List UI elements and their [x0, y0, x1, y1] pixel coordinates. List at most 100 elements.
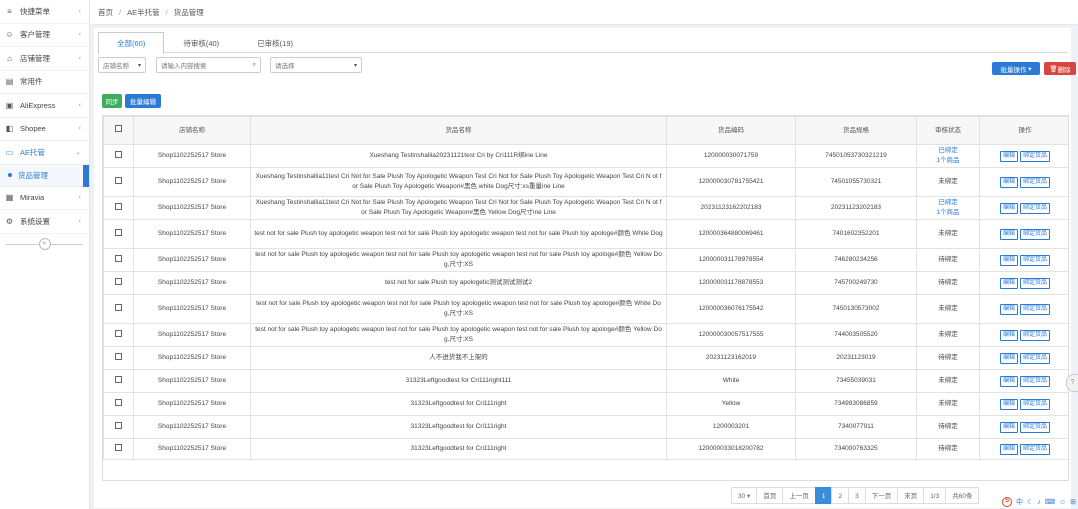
sidebar-item-shopee[interactable]: ◧ Shopee ‹ [0, 118, 89, 141]
delete-button[interactable]: 🗑 删除 [1044, 62, 1076, 75]
edit-button[interactable]: 编辑 [999, 329, 1018, 341]
bind-goods-button[interactable]: 绑定货品 [1020, 228, 1051, 240]
row-checkbox[interactable] [103, 346, 134, 370]
edit-button[interactable]: 编辑 [999, 443, 1018, 455]
last-page-button[interactable]: 末页 [897, 487, 925, 504]
sidebar-subitem-goods[interactable]: 货品管理 [0, 164, 89, 187]
edit-button[interactable]: 编辑 [999, 375, 1018, 387]
next-page-button[interactable]: 下一页 [864, 487, 899, 504]
bind-goods-button[interactable]: 绑定货品 [1020, 254, 1051, 266]
row-checkbox[interactable] [103, 248, 134, 272]
sidebar-item-[interactable]: ≡ 快捷菜单 ‹ [0, 0, 89, 24]
page-3-button[interactable]: 3 [848, 487, 866, 504]
sidebar-item-[interactable]: ☺ 客户管理 ‹ [0, 24, 89, 47]
table-row[interactable]: Shop1102252517 Store test not for sale Pl… [103, 219, 1068, 249]
edit-button[interactable]: 编辑 [999, 176, 1018, 188]
table-row[interactable]: Shop1102252517 Store test not for sale Pl… [103, 294, 1068, 324]
row-checkbox[interactable] [103, 323, 134, 347]
microphone-icon[interactable]: ♪ [1037, 499, 1041, 506]
edit-button[interactable]: 编辑 [999, 202, 1018, 214]
breadcrumb-home[interactable]: 首页 [98, 7, 113, 18]
sogou-icon[interactable]: S [1002, 497, 1013, 507]
title-cell: test not for sale Plush toy apologetic测试… [250, 271, 667, 295]
bind-goods-button[interactable]: 绑定货品 [1020, 202, 1051, 214]
edit-button[interactable]: 编辑 [999, 352, 1018, 364]
table-row[interactable]: Shop1102252517 Store 人不进货我不上架的 20231123162… [103, 346, 1068, 370]
table-row[interactable]: Shop1102252517 Store test not for sale Pl… [103, 323, 1068, 347]
table-row[interactable]: Shop1102252517 Store test not for sale Pl… [103, 248, 1068, 272]
row-checkbox[interactable] [103, 415, 134, 439]
sidebar: ≡ 快捷菜单 ‹ ☺ 客户管理 ‹ ⌂ 店铺管理 ‹ ▤ 常用件 ▣ AliExpress ‹ ◧ Shope… [0, 0, 90, 509]
edit-button[interactable]: 编辑 [999, 277, 1018, 289]
status-text: 待绑定 [938, 423, 958, 430]
table-row[interactable]: Shop1102252517 Store Xueshang Testinshall… [103, 167, 1068, 197]
select-all-checkbox[interactable] [103, 116, 134, 145]
page-1-button[interactable]: 1 [814, 487, 833, 504]
settings-icon: ⚙ [5, 216, 14, 226]
breadcrumb-section[interactable]: AE半托管 [127, 7, 160, 18]
keyboard-icon[interactable]: ⌨ [1045, 498, 1055, 506]
page-size-select[interactable]: 30 ▾ [731, 487, 758, 504]
title-cell: 人不进货我不上架的 [250, 346, 667, 370]
row-checkbox[interactable] [103, 144, 134, 168]
sidebar-item-[interactable]: ▤ 常用件 [0, 71, 89, 94]
page-2-button[interactable]: 2 [831, 487, 850, 504]
spec-cell: 7401602352201 [795, 219, 917, 249]
row-checkbox[interactable] [103, 369, 134, 393]
help-bubble-icon[interactable]: ? [1066, 374, 1078, 392]
search-icon[interactable]: ⌕ [253, 62, 256, 69]
table-row[interactable]: Shop1102252517 Store Xueshang Testinshall… [103, 196, 1068, 220]
row-checkbox[interactable] [103, 392, 134, 416]
batch-edit-button[interactable]: 批量编辑 [125, 94, 161, 108]
edit-button[interactable]: 编辑 [999, 398, 1018, 410]
row-checkbox[interactable] [103, 294, 134, 324]
edit-button[interactable]: 编辑 [999, 303, 1018, 315]
row-checkbox[interactable] [103, 438, 134, 460]
row-checkbox[interactable] [103, 196, 134, 220]
tab-reviewed[interactable]: 已审核(19) [238, 32, 312, 53]
user-icon[interactable]: ☺ [1059, 499, 1066, 506]
bind-goods-button[interactable]: 绑定货品 [1020, 443, 1051, 455]
edit-button[interactable]: 编辑 [999, 228, 1018, 240]
sidebar-item-ae[interactable]: ▭ AE托管 ⌄ [0, 141, 89, 165]
row-checkbox[interactable] [103, 271, 134, 295]
table-row[interactable]: Shop1102252517 Store 31323Leftgoodtest fo… [103, 438, 1068, 460]
prev-page-button[interactable]: 上一页 [782, 487, 816, 504]
status-select[interactable]: 请选择 ▾ [270, 57, 362, 73]
grid-icon[interactable]: ⊞ [1070, 498, 1076, 506]
search-input[interactable]: 请输入内容搜索 ⌕ [156, 57, 261, 73]
sidebar-item-miravia[interactable]: ▦ Miravia ‹ [0, 187, 89, 210]
bind-goods-button[interactable]: 绑定货品 [1020, 375, 1051, 387]
collapse-arrow-icon[interactable]: « [38, 237, 51, 250]
sidebar-item-[interactable]: ⌂ 店铺管理 ‹ [0, 47, 89, 71]
moon-icon[interactable]: ☾ [1027, 498, 1033, 506]
bind-goods-button[interactable]: 绑定货品 [1020, 150, 1051, 162]
table-row[interactable]: Shop1102252517 Store 31323Leftgoodtest fo… [103, 415, 1068, 439]
store-select[interactable]: 店铺名称 ▾ [98, 57, 146, 73]
sidebar-item-[interactable]: ⚙ 系统设置 ‹ [0, 210, 89, 234]
first-page-button[interactable]: 首页 [756, 487, 784, 504]
bind-goods-button[interactable]: 绑定货品 [1020, 421, 1051, 433]
table-row[interactable]: Shop1102252517 Store 31323Leftgoodtest fo… [103, 392, 1068, 416]
edit-button[interactable]: 编辑 [999, 254, 1018, 266]
batch-ops-button[interactable]: 批量操作 ▾ [992, 62, 1040, 75]
table-row[interactable]: Shop1102252517 Store 31323Leftgoodtest fo… [103, 369, 1068, 393]
edit-button[interactable]: 编辑 [999, 150, 1018, 162]
bind-goods-button[interactable]: 绑定货品 [1020, 352, 1051, 364]
sync-button[interactable]: 同步 [102, 94, 122, 108]
bind-goods-button[interactable]: 绑定货品 [1020, 329, 1051, 341]
table-row[interactable]: Shop1102252517 Store Xueshang Testinshall… [103, 144, 1068, 168]
table-row[interactable]: Shop1102252517 Store test not for sale Pl… [103, 271, 1068, 295]
title-cell: test not for sale Plush toy apologetic w… [250, 219, 667, 249]
row-checkbox[interactable] [103, 167, 134, 197]
tab-pending[interactable]: 待审核(40) [164, 32, 238, 53]
chinese-input-icon[interactable]: 中 [1016, 497, 1023, 507]
bind-goods-button[interactable]: 绑定货品 [1020, 176, 1051, 188]
bind-goods-button[interactable]: 绑定货品 [1020, 277, 1051, 289]
bind-goods-button[interactable]: 绑定货品 [1020, 398, 1051, 410]
row-checkbox[interactable] [103, 219, 134, 249]
bind-goods-button[interactable]: 绑定货品 [1020, 303, 1051, 315]
edit-button[interactable]: 编辑 [999, 421, 1018, 433]
tab-all[interactable]: 全部(60) [98, 32, 165, 54]
sidebar-item-aliexpress[interactable]: ▣ AliExpress ‹ [0, 94, 89, 118]
